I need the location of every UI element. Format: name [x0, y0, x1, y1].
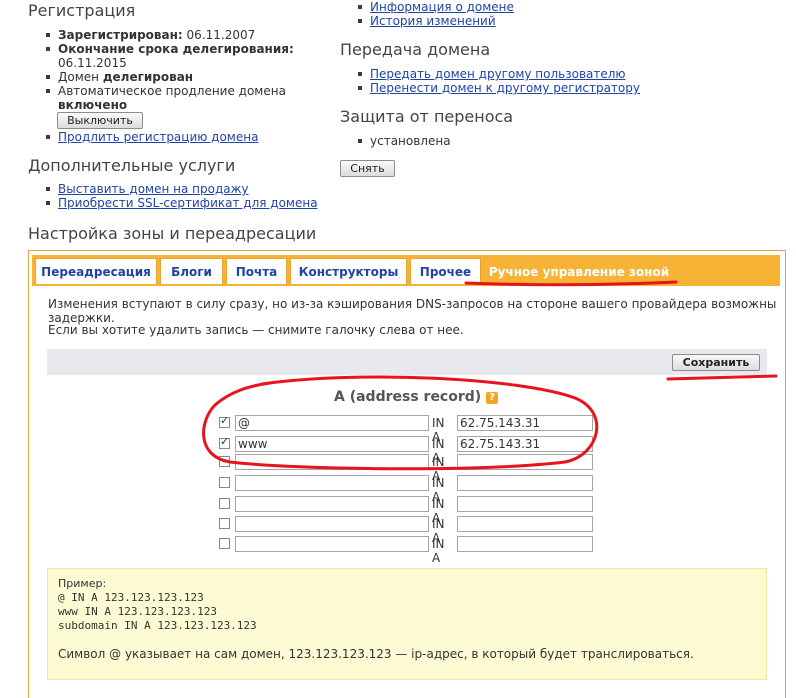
renew-item: Продлить регистрацию домена [44, 130, 304, 144]
domain-info-link[interactable]: Информация о домене [370, 0, 514, 14]
protection-heading: Защита от переноса [340, 107, 514, 126]
zone-settings-heading: Настройка зоны и переадресации [28, 224, 317, 243]
tab-mail[interactable]: Почта [226, 258, 287, 284]
tab-redirect[interactable]: Переадресация [35, 258, 157, 284]
example-note: Символ @ указывает на сам домен, 123.123… [58, 647, 694, 661]
disable-autorenew-button[interactable]: Выключить [57, 112, 143, 129]
protection-status: установлена [356, 134, 556, 148]
save-button[interactable]: Сохранить [672, 354, 760, 371]
delete-record-note: Если вы хотите удалить запись — снимите … [48, 323, 464, 337]
record-name-input[interactable] [235, 454, 429, 470]
protection-list: установлена [356, 134, 556, 148]
change-history-link[interactable]: История изменений [370, 14, 496, 28]
save-bar [47, 349, 767, 375]
auto-renew-item: Автоматическое продление домена включено [44, 84, 304, 112]
help-icon[interactable]: ? [486, 392, 499, 404]
example-box: Пример: @ IN A 123.123.123.123 www IN A … [47, 568, 767, 680]
example-line: www IN A 123.123.123.123 [58, 605, 217, 618]
tab-manual-zone[interactable]: Ручное управление зоной [484, 258, 674, 284]
sell-domain-link[interactable]: Выставить домен на продажу [58, 182, 249, 196]
record-name-input[interactable] [235, 536, 429, 552]
transfer-to-user-link[interactable]: Передать домен другому пользователю [370, 67, 626, 81]
record-checkbox[interactable] [219, 538, 230, 549]
record-checkbox[interactable] [219, 435, 230, 449]
record-name-input[interactable]: @ [235, 415, 429, 431]
transfer-list: Передать домен другому пользователю Пере… [356, 67, 656, 95]
record-checkbox[interactable] [219, 498, 230, 509]
record-name-input[interactable] [235, 475, 429, 491]
transfer-heading: Передача домена [340, 40, 491, 59]
propagation-note: Изменения вступают в силу сразу, но из-з… [48, 297, 777, 325]
extra-services-heading: Дополнительные услуги [28, 156, 236, 175]
registered-item: Зарегистрирован: 06.11.2007 [44, 28, 304, 42]
ssl-certificate-link[interactable]: Приобрести SSL-сертификат для домена [58, 196, 318, 210]
transfer-to-registrar-link[interactable]: Перенести домен к другому регистратору [370, 81, 640, 95]
extra-services-list: Выставить домен на продажу Приобрести SS… [44, 182, 324, 210]
record-ip-input[interactable] [457, 454, 593, 470]
a-record-title: A (address record) ? [334, 389, 499, 405]
record-ip-input[interactable]: 62.75.143.31 [457, 436, 593, 452]
record-name-input[interactable] [235, 516, 429, 532]
record-ip-input[interactable] [457, 496, 593, 512]
example-line: subdomain IN A 123.123.123.123 [58, 619, 257, 632]
record-name-input[interactable] [235, 496, 429, 512]
record-name-input[interactable]: www [235, 436, 429, 452]
record-checkbox[interactable] [219, 518, 230, 529]
registration-heading: Регистрация [28, 1, 136, 20]
record-checkbox[interactable] [219, 477, 230, 488]
record-ip-input[interactable] [457, 475, 593, 491]
example-title: Пример: [58, 577, 107, 590]
record-ip-input[interactable] [457, 536, 593, 552]
record-ip-input[interactable] [457, 516, 593, 532]
expiry-item: Окончание срока делегирования: 06.11.2015 [44, 42, 304, 70]
record-checkbox[interactable] [219, 414, 230, 428]
renew-registration-link[interactable]: Продлить регистрацию домена [58, 130, 258, 144]
registration-list: Зарегистрирован: 06.11.2007 Окончание ср… [44, 28, 304, 112]
record-type-label: IN A [432, 537, 445, 565]
record-checkbox[interactable] [219, 456, 230, 467]
remove-protection-button[interactable]: Снять [340, 160, 395, 177]
domain-links-list: Информация о домене История изменений [356, 0, 656, 28]
example-line: @ IN A 123.123.123.123 [58, 591, 204, 604]
domain-status-item: Домен делегирован [44, 70, 304, 84]
tab-blogs[interactable]: Блоги [160, 258, 223, 284]
tab-other[interactable]: Прочее [410, 258, 481, 284]
tab-constructors[interactable]: Конструкторы [290, 258, 407, 284]
record-ip-input[interactable]: 62.75.143.31 [457, 415, 593, 431]
